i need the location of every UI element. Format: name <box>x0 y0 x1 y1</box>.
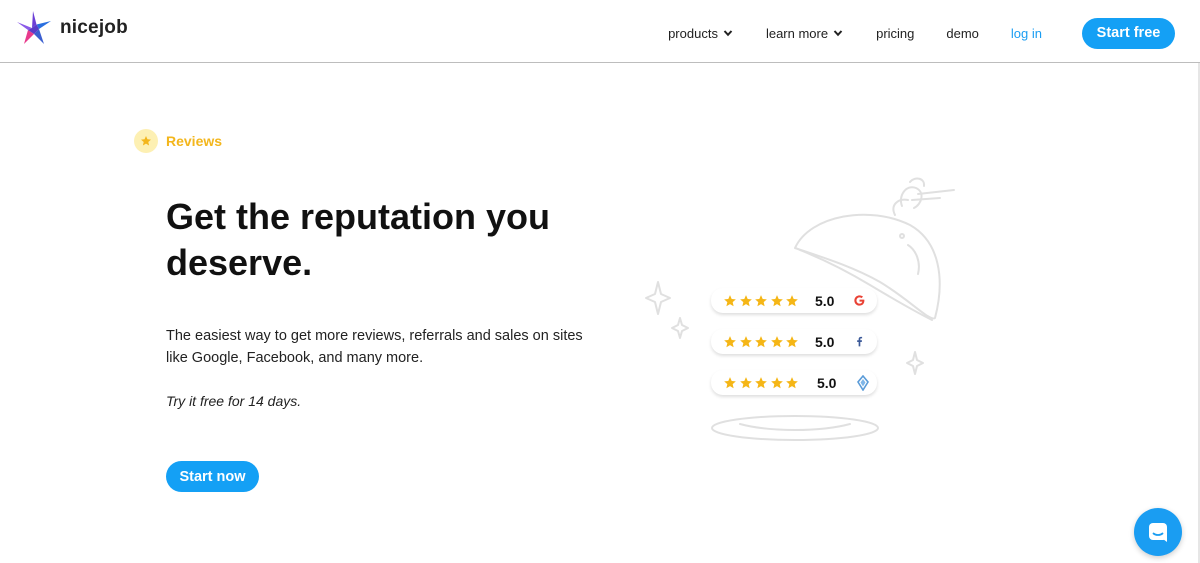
star-rating <box>723 294 801 308</box>
chevron-down-icon <box>833 30 843 37</box>
star-icon <box>724 376 736 388</box>
rating-card-google: 5.0 <box>711 288 877 313</box>
star-icon <box>739 335 752 347</box>
nav-demo[interactable]: demo <box>946 26 979 41</box>
brand-name: nicejob <box>60 17 128 38</box>
gem-icon <box>856 374 870 391</box>
star-icon <box>755 335 767 347</box>
star-icon <box>786 376 798 388</box>
chat-icon <box>1149 523 1167 542</box>
star-icon <box>770 376 783 388</box>
nav-products-label: products <box>668 25 718 41</box>
star-rating <box>723 335 801 349</box>
chevron-down-icon <box>723 30 733 37</box>
star-icon <box>770 294 783 306</box>
nav-learn-more-label: learn more <box>765 25 829 41</box>
rating-card-facebook: 5.0 <box>711 329 877 354</box>
star-logo-icon <box>17 11 51 44</box>
star-icon <box>755 376 767 388</box>
nav-pricing[interactable]: pricing <box>876 26 914 41</box>
nav-login[interactable]: log in <box>1011 26 1042 41</box>
reviews-eyebrow: Reviews <box>134 129 222 153</box>
star-badge-icon <box>134 129 158 153</box>
hero-description: The easiest way to get more reviews, ref… <box>166 328 583 366</box>
trial-note: Try it free for 14 days. <box>166 393 302 409</box>
nav-learn-more[interactable]: learn more <box>766 26 843 41</box>
star-icon <box>786 294 798 306</box>
star-icon <box>739 294 752 306</box>
star-icon <box>724 294 736 306</box>
star-icon <box>755 294 767 306</box>
site-header: nicejob products learn more pricing demo… <box>0 0 1200 63</box>
star-rating <box>723 376 801 390</box>
star-icon <box>786 335 798 347</box>
main-nav: products learn more pricing demo log in … <box>668 17 1175 49</box>
rating-card-other: 5.0 <box>711 370 877 395</box>
start-free-button[interactable]: Start free <box>1082 17 1175 49</box>
rating-score: 5.0 <box>815 333 835 350</box>
star-icon <box>770 335 783 347</box>
nav-products[interactable]: products <box>668 26 733 41</box>
page-title: Get the reputation you deserve. <box>166 196 551 283</box>
star-icon <box>739 376 752 388</box>
rating-score: 5.0 <box>815 292 835 309</box>
chat-launcher-button[interactable] <box>1134 508 1182 556</box>
nicejob-logo[interactable]: nicejob <box>15 10 128 46</box>
eyebrow-label: Reviews <box>166 133 223 149</box>
google-icon <box>852 294 866 308</box>
star-icon <box>724 335 736 347</box>
rating-score: 5.0 <box>817 374 837 391</box>
start-now-button[interactable]: Start now <box>166 461 259 492</box>
facebook-icon <box>852 335 866 349</box>
